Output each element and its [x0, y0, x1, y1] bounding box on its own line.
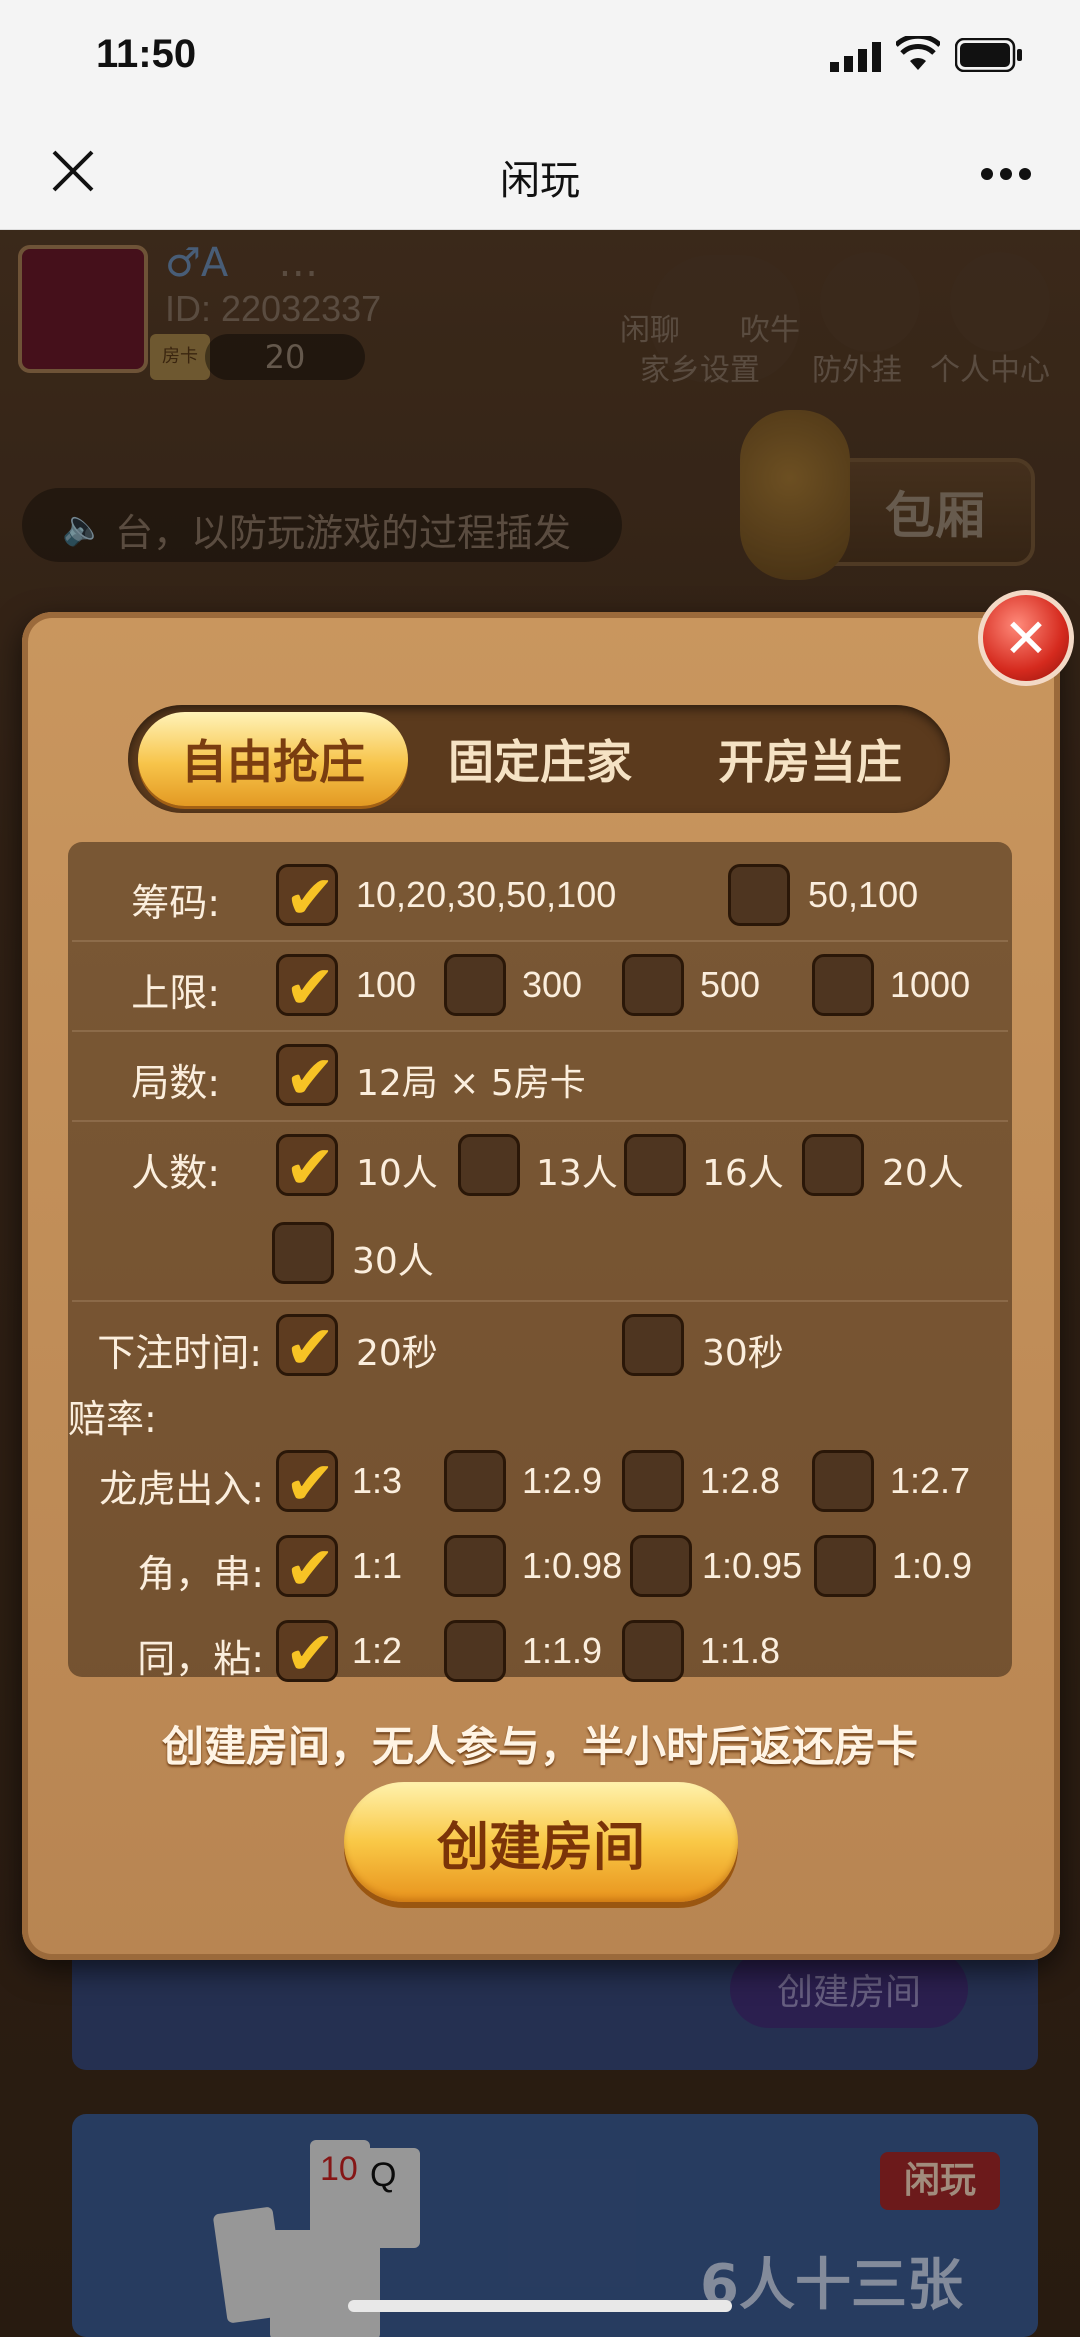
divider — [72, 1300, 1008, 1302]
option-limit-3: 500 — [700, 964, 761, 1005]
checkbox-corner-4[interactable] — [814, 1535, 876, 1597]
check-icon: ✔ — [284, 1619, 336, 1689]
wifi-icon — [894, 33, 942, 72]
check-icon: ✔ — [284, 1133, 336, 1203]
checkbox-bettime-2[interactable] — [622, 1314, 684, 1376]
option-limit-4: 1000 — [890, 964, 971, 1005]
checkbox-players-2[interactable] — [458, 1134, 520, 1196]
option-limit-2: 300 — [522, 964, 583, 1005]
option-dt-2: 1:2.9 — [522, 1460, 603, 1501]
close-icon: ✕ — [1003, 606, 1049, 670]
option-corner-1: 1:1 — [352, 1545, 403, 1586]
status-time: 11:50 — [96, 32, 197, 76]
option-corner-2: 1:0.98 — [522, 1545, 623, 1586]
check-icon: ✔ — [284, 1449, 336, 1519]
option-players-5: 30人 — [352, 1241, 434, 1282]
checkbox-same-2[interactable] — [444, 1620, 506, 1682]
row-label-rounds: 局数: — [131, 1061, 220, 1105]
row-label-corner: 角，串: — [137, 1552, 264, 1596]
checkbox-chips-2[interactable] — [728, 864, 790, 926]
option-bettime-2: 30秒 — [702, 1333, 784, 1374]
checkbox-corner-1[interactable]: ✔ — [276, 1534, 338, 1604]
option-bettime-1: 20秒 — [356, 1333, 438, 1374]
option-corner-3: 1:0.95 — [702, 1545, 803, 1586]
checkbox-players-5[interactable] — [272, 1222, 334, 1284]
option-rounds-1: 12局 × 5房卡 — [356, 1063, 586, 1104]
home-indicator[interactable] — [348, 2300, 732, 2312]
checkbox-dt-4[interactable] — [812, 1450, 874, 1512]
tab-host-banker[interactable]: 开房当庄 — [680, 712, 940, 806]
checkbox-limit-3[interactable] — [622, 954, 684, 1016]
option-players-4: 20人 — [882, 1153, 964, 1194]
check-icon: ✔ — [284, 953, 336, 1023]
dialog-close-button[interactable]: ✕ — [978, 590, 1074, 686]
checkbox-players-1[interactable]: ✔ — [276, 1133, 338, 1203]
checkbox-dt-3[interactable] — [622, 1450, 684, 1512]
row-label-bet-time: 下注时间: — [97, 1331, 262, 1375]
option-corner-4: 1:0.9 — [892, 1545, 973, 1586]
checkbox-same-3[interactable] — [622, 1620, 684, 1682]
checkbox-limit-1[interactable]: ✔ — [276, 953, 338, 1023]
option-players-1: 10人 — [356, 1153, 438, 1194]
option-dt-1: 1:3 — [352, 1460, 403, 1501]
checkbox-dt-1[interactable]: ✔ — [276, 1449, 338, 1519]
check-icon: ✔ — [284, 1043, 336, 1113]
option-players-2: 13人 — [536, 1153, 618, 1194]
checkbox-dt-2[interactable] — [444, 1450, 506, 1512]
create-room-button[interactable]: 创建房间 — [344, 1782, 738, 1902]
row-label-players: 人数: — [131, 1151, 220, 1195]
page-title: 闲玩 — [500, 158, 580, 204]
checkbox-corner-2[interactable] — [444, 1535, 506, 1597]
checkbox-players-4[interactable] — [802, 1134, 864, 1196]
option-same-3: 1:1.8 — [700, 1630, 781, 1671]
checkbox-same-1[interactable]: ✔ — [276, 1619, 338, 1689]
more-icon[interactable] — [980, 166, 1032, 180]
divider — [72, 940, 1008, 942]
option-same-2: 1:1.9 — [522, 1630, 603, 1671]
checkbox-corner-3[interactable] — [630, 1535, 692, 1597]
row-label-chips: 筹码: — [131, 881, 220, 925]
check-icon: ✔ — [284, 1534, 336, 1604]
checkbox-chips-1[interactable]: ✔ — [276, 863, 338, 933]
row-label-dragon-tiger: 龙虎出入: — [99, 1467, 264, 1511]
refund-notice: 创建房间，无人参与，半小时后返还房卡 — [161, 1722, 918, 1771]
tab-free-banker[interactable]: 自由抢庄 — [138, 712, 408, 806]
option-players-3: 16人 — [702, 1153, 784, 1194]
divider — [72, 1120, 1008, 1122]
battery-icon — [954, 37, 1023, 73]
check-icon: ✔ — [284, 863, 336, 933]
option-dt-3: 1:2.8 — [700, 1460, 781, 1501]
option-dt-4: 1:2.7 — [890, 1460, 971, 1501]
row-label-same: 同，粘: — [137, 1637, 264, 1681]
checkbox-limit-4[interactable] — [812, 954, 874, 1016]
option-limit-1: 100 — [356, 964, 417, 1005]
checkbox-players-3[interactable] — [624, 1134, 686, 1196]
odds-title: 赔率: — [68, 1397, 157, 1441]
tab-fixed-banker[interactable]: 固定庄家 — [410, 712, 670, 806]
row-label-limit: 上限: — [131, 971, 220, 1015]
signal-icon — [830, 40, 886, 72]
option-chips-1: 10,20,30,50,100 — [356, 874, 617, 915]
option-chips-2: 50,100 — [808, 874, 919, 915]
divider — [72, 1030, 1008, 1032]
checkbox-rounds-1[interactable]: ✔ — [276, 1043, 338, 1113]
checkbox-limit-2[interactable] — [444, 954, 506, 1016]
checkbox-bettime-1[interactable]: ✔ — [276, 1313, 338, 1383]
option-same-1: 1:2 — [352, 1630, 403, 1671]
check-icon: ✔ — [284, 1313, 336, 1383]
